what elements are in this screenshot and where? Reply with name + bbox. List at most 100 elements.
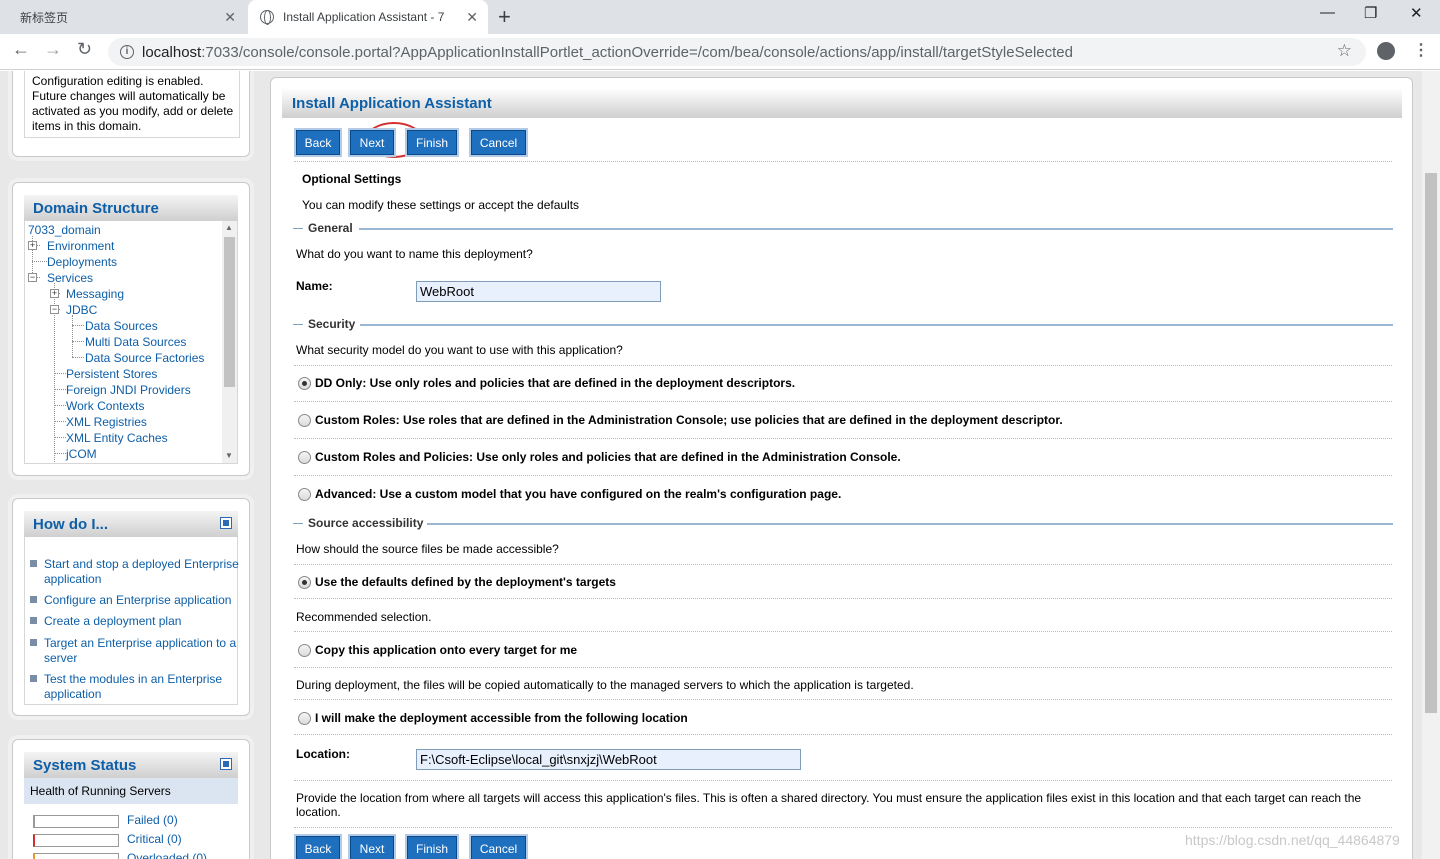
- tree-node-persistent-stores[interactable]: Persistent Stores: [66, 367, 157, 381]
- name-input[interactable]: [416, 281, 661, 302]
- status-label: Failed (0): [127, 813, 178, 827]
- close-icon[interactable]: ✕: [466, 9, 478, 26]
- dd-only-label[interactable]: DD Only: Use only roles and policies tha…: [315, 376, 795, 390]
- status-list: Failed (0) Critical (0) Overloaded (0): [24, 804, 238, 859]
- tree-node-data-sources[interactable]: Data Sources: [85, 319, 158, 333]
- source-question: How should the source files be made acce…: [296, 542, 559, 556]
- address-bar[interactable]: i localhost:7033/console/console.portal?…: [108, 38, 1366, 66]
- tab-new-tab[interactable]: 新标签页 ✕: [0, 0, 246, 34]
- tree-node-messaging[interactable]: Messaging: [66, 287, 124, 301]
- custom-roles-radio[interactable]: [298, 414, 311, 427]
- tree-node-environment[interactable]: Environment: [47, 239, 114, 253]
- tree-connector: [72, 357, 84, 358]
- cancel-button[interactable]: Cancel: [471, 130, 526, 155]
- minimize-icon[interactable]: —: [1320, 4, 1335, 21]
- scroll-down-icon[interactable]: ▼: [225, 451, 233, 460]
- row-divider: [294, 827, 1392, 828]
- location-label: Location:: [296, 747, 350, 761]
- howto-link[interactable]: Configure an Enterprise application: [30, 593, 244, 608]
- forward-arrow-icon[interactable]: →: [44, 39, 62, 60]
- maximize-icon[interactable]: [220, 758, 232, 770]
- row-divider: [294, 401, 1392, 402]
- advanced-radio[interactable]: [298, 488, 311, 501]
- tree-node-deployments[interactable]: Deployments: [47, 255, 117, 269]
- location-input[interactable]: [416, 749, 801, 770]
- new-tab-plus-icon[interactable]: +: [498, 4, 511, 30]
- tree-node-foreign-jndi[interactable]: Foreign JNDI Providers: [66, 383, 191, 397]
- domain-structure-title: Domain Structure: [24, 195, 238, 221]
- expand-plus-icon[interactable]: +: [28, 241, 37, 250]
- bullet-icon: [30, 596, 37, 603]
- use-defaults-label[interactable]: Use the defaults defined by the deployme…: [315, 575, 616, 589]
- collapse-minus-icon[interactable]: −: [50, 305, 59, 314]
- next-button[interactable]: Next: [350, 130, 394, 155]
- row-divider: [294, 667, 1392, 668]
- custom-location-label[interactable]: I will make the deployment accessible fr…: [315, 711, 688, 725]
- how-do-i-title-text: How do I...: [33, 516, 108, 533]
- scroll-up-icon[interactable]: ▲: [225, 223, 233, 232]
- status-bar: [33, 853, 119, 859]
- source-heading: Source accessibility: [308, 516, 429, 530]
- bookmark-star-icon[interactable]: ☆: [1337, 41, 1352, 61]
- row-divider: [294, 438, 1392, 439]
- window-close-icon[interactable]: ✕: [1410, 4, 1423, 22]
- tree-node-jcom[interactable]: jCOM: [66, 447, 97, 461]
- expand-plus-icon[interactable]: +: [50, 289, 59, 298]
- copy-to-targets-radio[interactable]: [298, 644, 311, 657]
- row-divider: [294, 598, 1392, 599]
- back-button[interactable]: Back: [296, 130, 340, 155]
- how-do-i-title: How do I...: [24, 511, 238, 537]
- custom-roles-policies-radio[interactable]: [298, 451, 311, 464]
- tree-node-xml-registries[interactable]: XML Registries: [66, 415, 147, 429]
- finish-button[interactable]: Finish: [407, 130, 457, 155]
- reload-icon[interactable]: ↻: [77, 39, 92, 60]
- custom-roles-policies-label[interactable]: Custom Roles and Policies: Use only role…: [315, 450, 901, 464]
- tree-node-data-source-factories[interactable]: Data Source Factories: [85, 351, 204, 365]
- howto-link[interactable]: Start and stop a deployed Enterprise app…: [30, 557, 244, 587]
- url-host: localhost: [142, 43, 202, 61]
- maximize-icon[interactable]: [220, 517, 232, 529]
- cancel-button[interactable]: Cancel: [471, 836, 526, 859]
- finish-button[interactable]: Finish: [407, 836, 457, 859]
- bullet-icon: [30, 617, 37, 624]
- next-button[interactable]: Next: [350, 836, 394, 859]
- howto-link[interactable]: Test the modules in an Enterprise applic…: [30, 672, 244, 702]
- page-scrollbar[interactable]: [1422, 71, 1440, 859]
- top-button-bar: Back Next Finish Cancel: [294, 122, 1392, 162]
- name-label: Name:: [296, 279, 333, 293]
- custom-roles-label[interactable]: Custom Roles: Use roles that are defined…: [315, 413, 1063, 427]
- profile-avatar-icon[interactable]: [1377, 42, 1395, 60]
- tree-connector: [72, 341, 84, 342]
- advanced-label[interactable]: Advanced: Use a custom model that you ha…: [315, 487, 841, 501]
- page-scroll-thumb[interactable]: [1425, 173, 1437, 713]
- tree-node-jdbc[interactable]: JDBC: [66, 303, 97, 317]
- close-icon[interactable]: ✕: [224, 9, 236, 26]
- howto-link[interactable]: Create a deployment plan: [30, 614, 244, 629]
- tree-node-multi-data-sources[interactable]: Multi Data Sources: [85, 335, 186, 349]
- tree-node-services[interactable]: Services: [47, 271, 93, 285]
- tree-node-xml-entity-caches[interactable]: XML Entity Caches: [66, 431, 168, 445]
- dd-only-radio[interactable]: [298, 377, 311, 390]
- back-arrow-icon[interactable]: ←: [12, 39, 30, 60]
- use-defaults-radio[interactable]: [298, 576, 311, 589]
- back-button[interactable]: Back: [296, 836, 340, 859]
- general-question: What do you want to name this deployment…: [296, 247, 533, 261]
- row-divider: [294, 734, 1392, 735]
- restore-icon[interactable]: ❐: [1364, 4, 1377, 22]
- info-icon[interactable]: i: [120, 45, 134, 59]
- tree-scroll-thumb[interactable]: [224, 237, 235, 387]
- copy-to-targets-label[interactable]: Copy this application onto every target …: [315, 643, 577, 657]
- custom-location-radio[interactable]: [298, 712, 311, 725]
- security-question: What security model do you want to use w…: [296, 343, 623, 357]
- menu-kebab-icon[interactable]: ⋮: [1413, 40, 1429, 60]
- howto-link[interactable]: Target an Enterprise application to a se…: [30, 636, 244, 666]
- tree-scrollbar[interactable]: ▲ ▼: [222, 221, 237, 463]
- tab-install-assistant[interactable]: Install Application Assistant - 7 ✕: [248, 0, 488, 34]
- row-divider: [294, 631, 1392, 632]
- tree-node-work-contexts[interactable]: Work Contexts: [66, 399, 144, 413]
- globe-icon: [260, 10, 274, 25]
- howto-link-label: Create a deployment plan: [44, 614, 182, 628]
- tree-node-domain[interactable]: 7033_domain: [28, 223, 101, 237]
- row-divider: [294, 780, 1392, 781]
- collapse-minus-icon[interactable]: −: [28, 273, 37, 282]
